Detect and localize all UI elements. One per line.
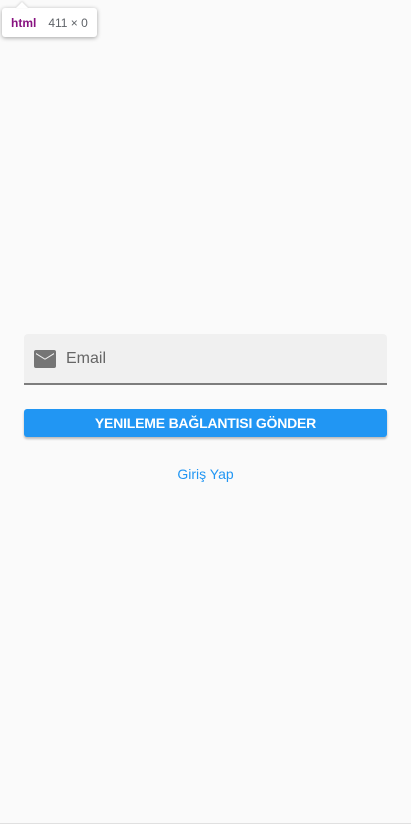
tooltip-dimensions: 411 × 0 [48, 15, 88, 30]
page: html 411 × 0 YENILEME BAĞLANTISI GÖNDER … [0, 0, 411, 824]
email-icon [33, 347, 57, 371]
devtools-element-tooltip: html 411 × 0 [2, 8, 97, 37]
login-link[interactable]: Giriş Yap [0, 466, 411, 482]
tooltip-tag-name: html [11, 15, 37, 30]
email-input[interactable] [64, 333, 387, 384]
email-field[interactable] [24, 333, 387, 385]
send-reset-link-button[interactable]: YENILEME BAĞLANTISI GÖNDER [24, 409, 387, 437]
